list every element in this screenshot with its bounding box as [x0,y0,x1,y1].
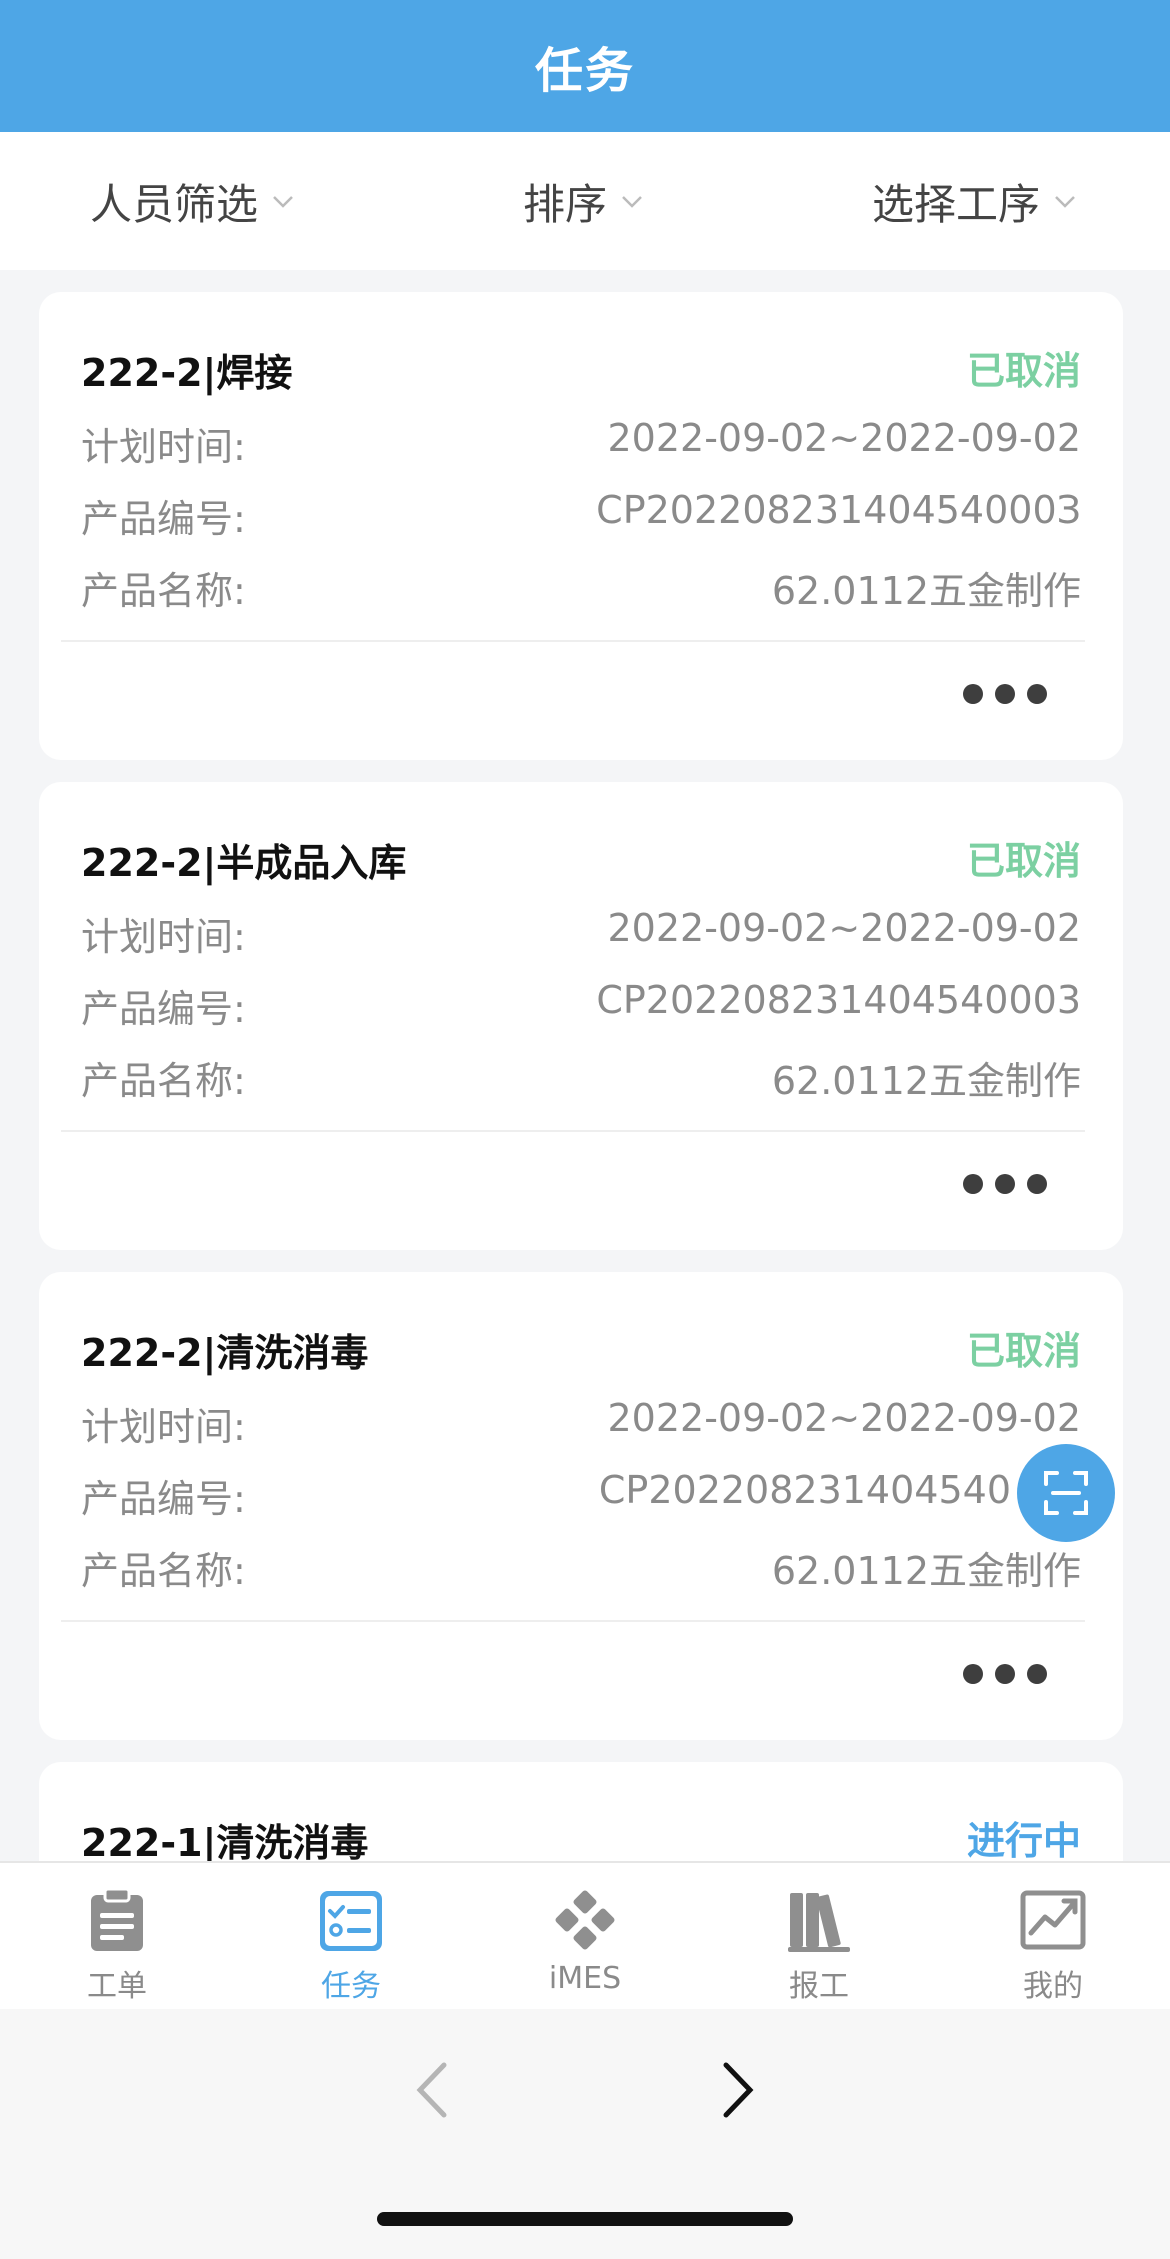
back-arrow-icon[interactable] [404,2055,464,2125]
chart-trend-icon [1020,1890,1086,1950]
product-code-row: 产品编号: CP20220823140454000З [81,488,1081,541]
plan-time-value: 2022-09-02~2022-09-02 [607,906,1081,950]
status-badge: 进行中 [966,1819,1081,1861]
chevron-down-icon [622,196,642,208]
plan-time-value: 2022-09-02~2022-09-02 [607,416,1081,460]
status-badge: 已取消 [966,1329,1081,1373]
product-code-row: 产品编号: CP202208231404540 [81,1468,1081,1521]
product-code-value: CP20220823140454000З [596,488,1081,532]
clipboard-icon [91,1887,143,1951]
home-indicator [377,2212,793,2226]
tab-label: iMES [548,1961,622,1996]
product-code-row: 产品编号: CP202208231404540003 [81,978,1081,1031]
task-list[interactable]: 222-2|焊接 已取消 计划时间: 2022-09-02~2022-09-02… [0,270,1170,1861]
filter-process[interactable]: 选择工序 [872,132,1078,270]
task-title: 222-1|清洗消毒 [81,1821,369,1861]
forward-arrow-icon[interactable] [706,2055,766,2125]
product-code-value: CP202208231404540003 [596,978,1081,1022]
gamepad-icon [555,1890,615,1950]
filter-personnel[interactable]: 人员筛选 [90,132,296,270]
task-card[interactable]: 222-1|清洗消毒 进行中 [39,1762,1123,1861]
product-name-row: 产品名称: 62.0112五金制作 [81,560,1081,613]
plan-time-label: 计划时间: [81,915,246,959]
tab-imes[interactable]: iMES [468,1863,702,2011]
plan-time-row: 计划时间: 2022-09-02~2022-09-02 [81,416,1081,469]
more-options-icon[interactable] [963,1664,1047,1684]
more-options-icon[interactable] [963,1174,1047,1194]
plan-time-label: 计划时间: [81,425,246,469]
task-title: 222-2|焊接 [81,351,293,395]
tab-report[interactable]: 报工 [702,1863,936,2011]
books-icon [788,1893,850,1952]
product-code-label: 产品编号: [81,497,246,541]
status-badge: 已取消 [966,839,1081,883]
chevron-down-icon [1055,196,1075,208]
tab-work-order[interactable]: 工单 [0,1863,234,2011]
product-code-value: CP202208231404540 [598,1468,1011,1512]
task-checklist-icon [320,1891,382,1951]
tab-label: 工单 [87,1969,147,2004]
divider [61,1130,1085,1132]
product-name-label: 产品名称: [81,1549,246,1593]
page-title: 任务 [534,43,635,99]
product-name-label: 产品名称: [81,569,246,613]
product-name-row: 产品名称: 62.0112五金制作 [81,1540,1081,1593]
plan-time-row: 计划时间: 2022-09-02~2022-09-02 [81,1396,1081,1449]
task-card[interactable]: 222-2|半成品入库 已取消 计划时间: 2022-09-02~2022-09… [39,782,1123,1250]
scan-icon [1044,1471,1088,1515]
task-card[interactable]: 222-2|焊接 已取消 计划时间: 2022-09-02~2022-09-02… [39,292,1123,760]
task-title: 222-2|清洗消毒 [81,1331,369,1375]
filter-personnel-label: 人员筛选 [90,179,259,229]
product-name-row: 产品名称: 62.0112五金制作 [81,1050,1081,1103]
scan-button[interactable] [1017,1444,1115,1542]
tab-mine[interactable]: 我的 [936,1863,1170,2011]
product-name-value: 62.0112五金制作 [771,1059,1081,1103]
task-card[interactable]: 222-2|清洗消毒 已取消 计划时间: 2022-09-02~2022-09-… [39,1272,1123,1740]
product-code-label: 产品编号: [81,987,246,1031]
divider [61,1620,1085,1622]
product-name-value: 62.0112五金制作 [771,569,1081,613]
plan-time-row: 计划时间: 2022-09-02~2022-09-02 [81,906,1081,959]
filter-bar: 人员筛选 排序 选择工序 [0,132,1170,270]
filter-process-label: 选择工序 [872,179,1041,229]
tab-label: 任务 [321,1969,381,2004]
chevron-down-icon [273,196,293,208]
status-badge: 已取消 [966,349,1081,393]
task-title: 222-2|半成品入库 [81,841,407,885]
divider [61,640,1085,642]
more-options-icon[interactable] [963,684,1047,704]
product-name-label: 产品名称: [81,1059,246,1103]
plan-time-value: 2022-09-02~2022-09-02 [607,1396,1081,1440]
app-header: 任务 [0,0,1170,132]
product-code-label: 产品编号: [81,1477,246,1521]
filter-sort-label: 排序 [523,179,608,229]
tab-label: 报工 [789,1969,849,2004]
filter-sort[interactable]: 排序 [523,132,645,270]
bottom-tab-bar: 工单 任务 iMES 报工 我的 [0,1861,1170,2009]
tab-task[interactable]: 任务 [234,1863,468,2011]
plan-time-label: 计划时间: [81,1405,246,1449]
product-name-value: 62.0112五金制作 [771,1549,1081,1593]
tab-label: 我的 [1023,1969,1083,2004]
